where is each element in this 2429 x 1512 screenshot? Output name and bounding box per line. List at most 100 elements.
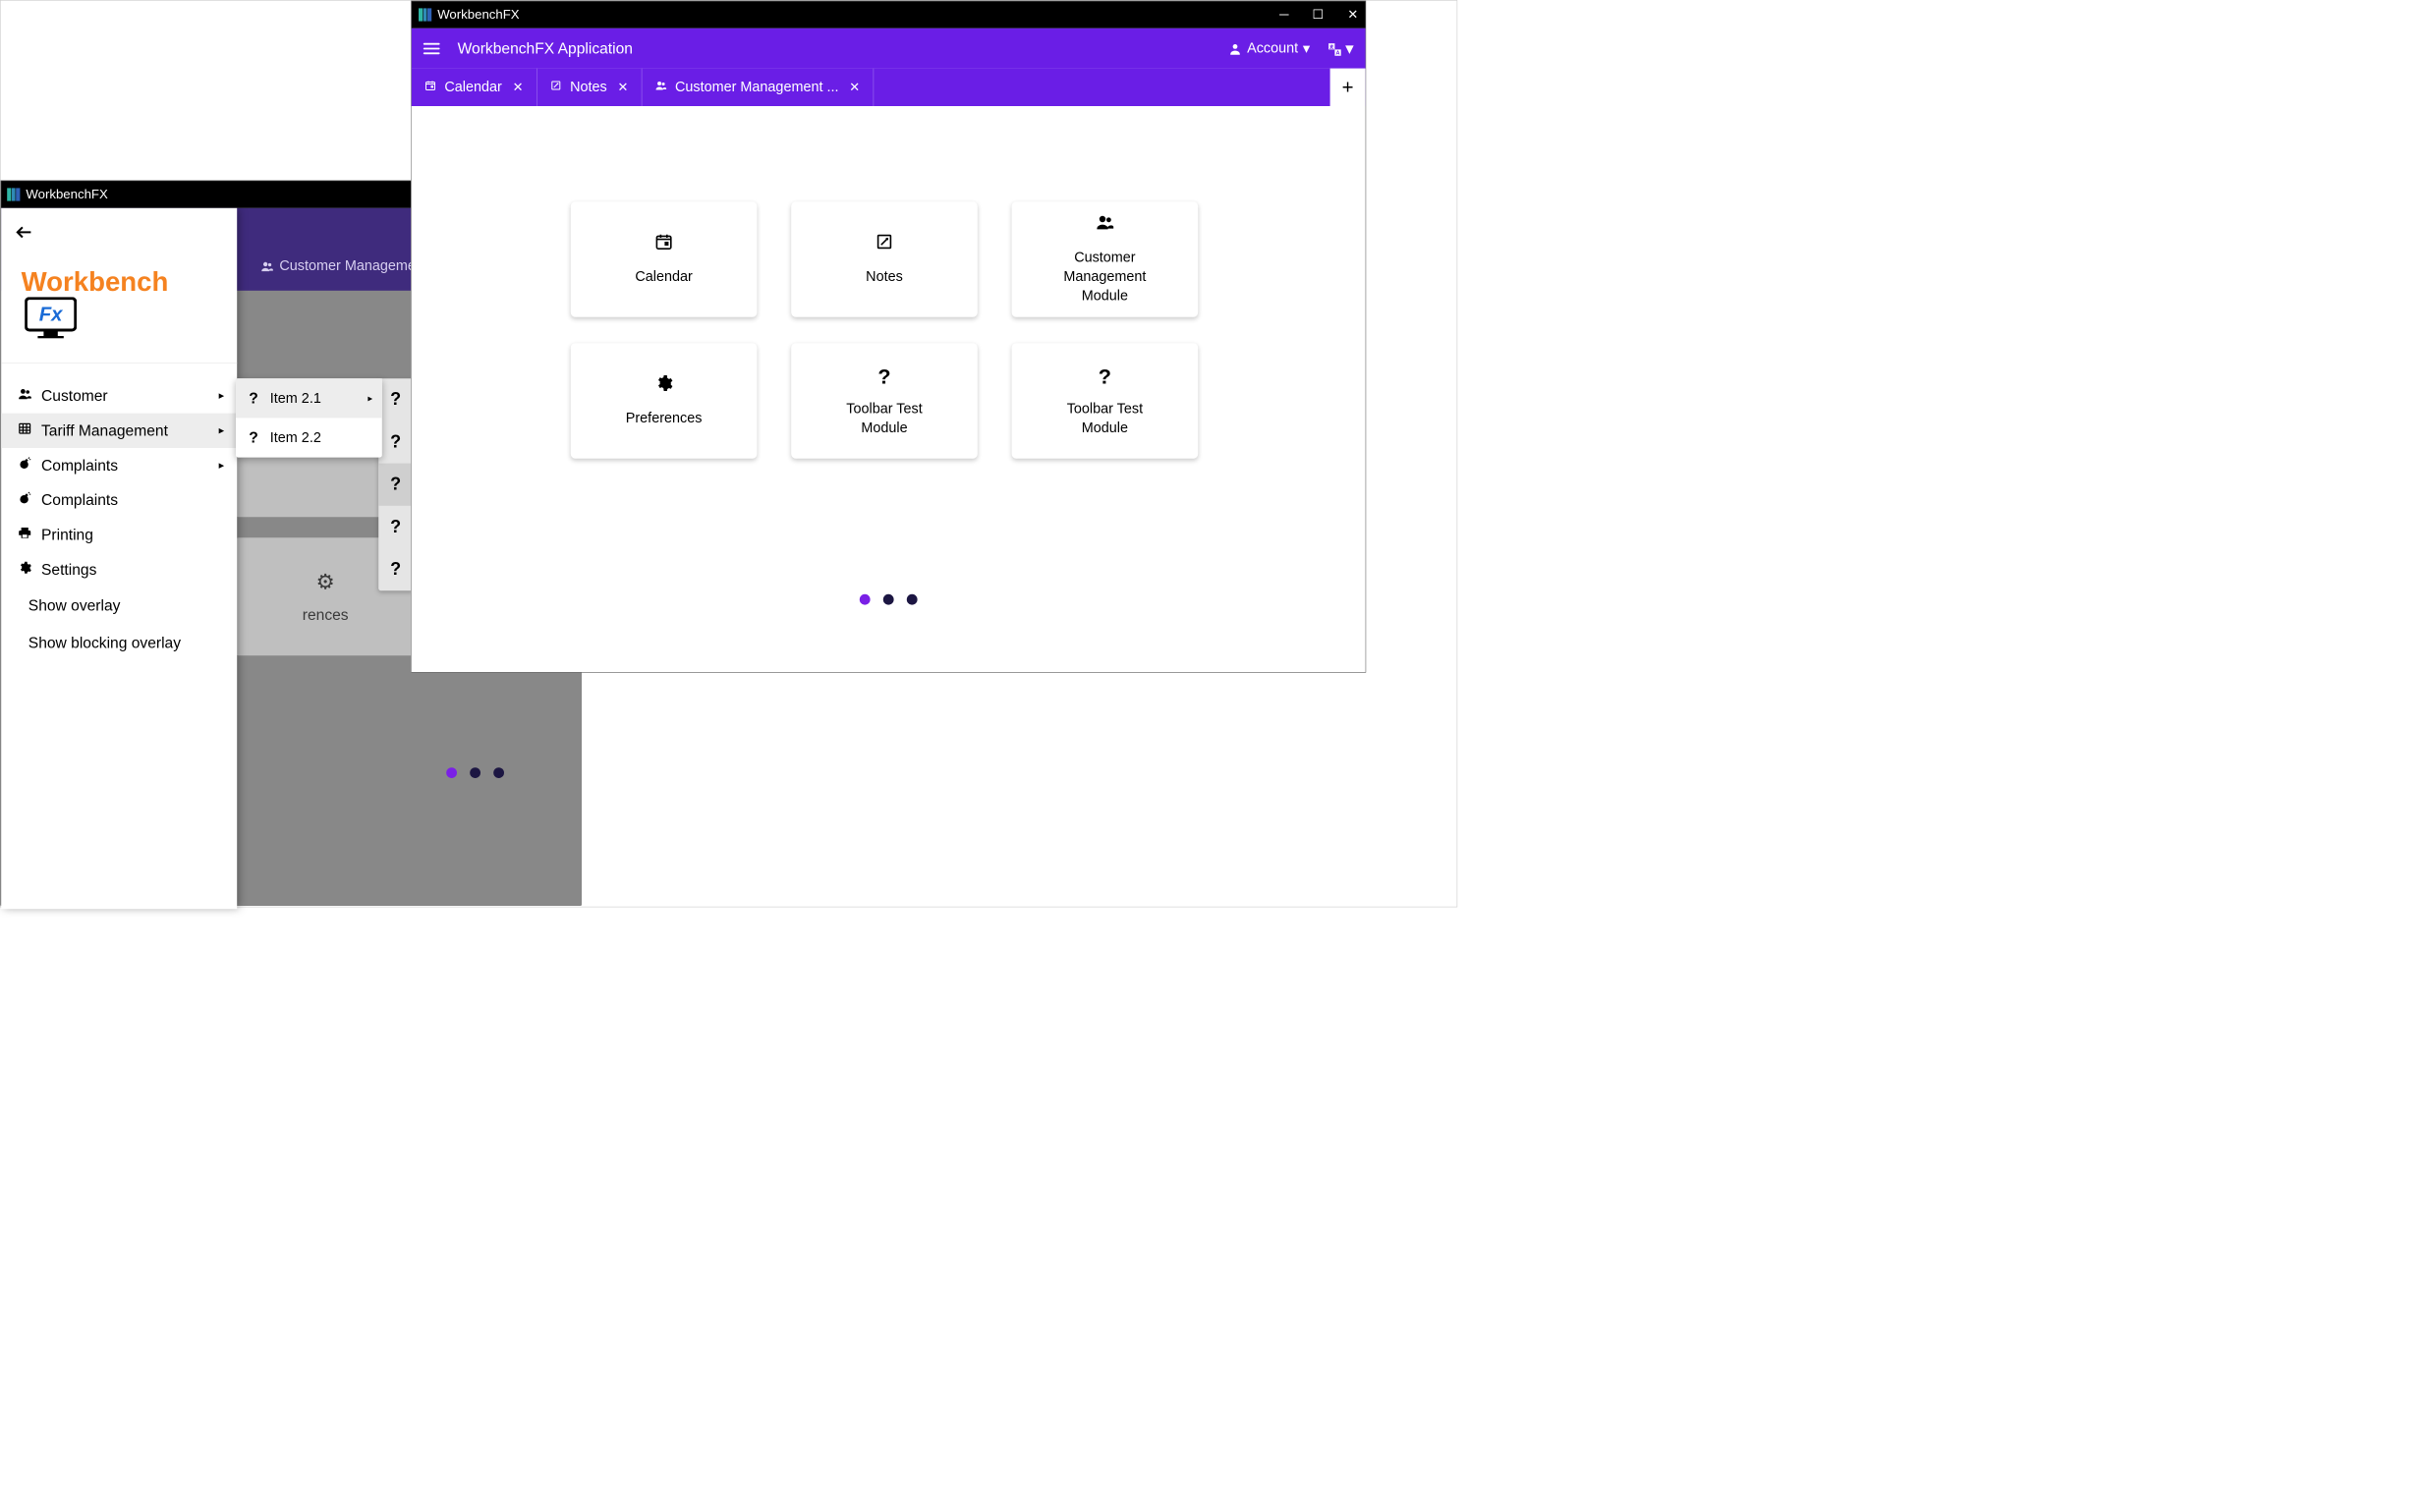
front-window-titlebar: WorkbenchFX ─ ☐ ✕ <box>412 1 1366 28</box>
back-window-page-dots <box>446 767 504 778</box>
app-icon <box>7 188 20 200</box>
svg-text:A: A <box>1335 50 1339 56</box>
grid-icon <box>18 421 41 440</box>
flyout-item[interactable]: ? Item 2.2 <box>236 418 382 457</box>
page-dot[interactable] <box>470 767 480 778</box>
front-window-title: WorkbenchFX <box>437 7 519 23</box>
drawer-item-settings[interactable]: Settings <box>1 552 237 587</box>
tab-label: Notes <box>570 79 607 95</box>
drawer-item-complaints[interactable]: Complaints <box>1 482 237 517</box>
bomb-icon <box>18 491 41 510</box>
drawer-item-label: Printing <box>41 526 93 544</box>
drawer-action-show-overlay[interactable]: Show overlay <box>1 588 237 625</box>
minimize-button[interactable]: ─ <box>1279 7 1288 23</box>
module-tile-calendar[interactable]: Calendar <box>571 201 758 317</box>
close-icon[interactable]: ✕ <box>849 80 860 95</box>
question-icon: ? <box>877 364 890 389</box>
question-icon: ? <box>249 428 270 447</box>
page-dot-active[interactable] <box>446 767 457 778</box>
page-dot[interactable] <box>493 767 504 778</box>
drawer-item-tariff-management[interactable]: Tariff Management ▸ <box>1 414 237 448</box>
question-icon: ? <box>1099 364 1111 389</box>
app-icon <box>419 8 431 21</box>
tab-notes[interactable]: Notes ✕ <box>537 69 643 106</box>
tab-bar: Calendar ✕ Notes ✕ Customer Management .… <box>412 69 1366 106</box>
drawer-item-label: Complaints <box>41 456 118 475</box>
chevron-right-icon: ▸ <box>367 392 372 404</box>
back-window-nested-submenu: ? ? ? ? ? <box>378 378 413 590</box>
nested-submenu-item[interactable]: ? <box>378 548 413 590</box>
page-dot[interactable] <box>907 594 918 605</box>
close-icon[interactable]: ✕ <box>618 80 629 95</box>
tile-label: Preferences <box>626 409 703 427</box>
drawer-item-label: Customer <box>41 387 108 406</box>
module-tile-toolbar-test-module[interactable]: ? Toolbar TestModule <box>791 343 978 459</box>
drawer-item-label: Settings <box>41 561 96 580</box>
gear-icon: ⚙ <box>316 569 335 593</box>
tab-customer-management-[interactable]: Customer Management ... ✕ <box>642 69 874 106</box>
tab-calendar[interactable]: Calendar ✕ <box>412 69 537 106</box>
chevron-right-icon: ▸ <box>219 424 224 437</box>
module-tile-preferences[interactable]: Preferences <box>571 343 758 459</box>
close-icon[interactable]: ✕ <box>513 80 524 95</box>
module-tile-grid: Calendar Notes CustomerManagementModule Pre… <box>571 201 1214 459</box>
tile-label: Calendar <box>635 267 692 286</box>
monitor-fx-icon: Fx <box>25 297 77 341</box>
front-window: WorkbenchFX ─ ☐ ✕ WorkbenchFX Applicatio… <box>411 1 1366 673</box>
drawer-logo: Workbench Fx <box>1 250 237 363</box>
person-icon <box>1228 40 1242 57</box>
gear-icon <box>18 561 41 580</box>
chevron-right-icon: ▸ <box>219 459 224 472</box>
drawer-item-complaints[interactable]: Complaints ▸ <box>1 448 237 482</box>
maximize-button[interactable]: ☐ <box>1312 7 1324 23</box>
calendar-icon <box>654 232 673 254</box>
tab-label: Customer Management ... <box>675 79 838 95</box>
gear-icon <box>654 373 673 396</box>
chevron-right-icon: ▸ <box>219 390 224 403</box>
question-icon: ? <box>249 389 270 408</box>
flyout-item[interactable]: ? Item 2.1 ▸ <box>236 378 382 418</box>
nested-submenu-item[interactable]: ? <box>378 506 413 548</box>
page-dots <box>860 594 918 605</box>
drawer-action-show-blocking-overlay[interactable]: Show blocking overlay <box>1 624 237 661</box>
nested-submenu-item[interactable]: ? <box>378 378 413 420</box>
drawer-item-printing[interactable]: Printing <box>1 518 237 552</box>
tile-label: Toolbar TestModule <box>1067 400 1143 438</box>
tile-label: Notes <box>866 267 903 286</box>
bomb-icon <box>18 456 41 475</box>
window-buttons: ─ ☐ ✕ <box>1279 7 1358 23</box>
note-icon <box>550 80 562 95</box>
drawer-item-label: Complaints <box>41 491 118 510</box>
chevron-down-icon: ▾ <box>1345 38 1353 58</box>
page-dot-active[interactable] <box>860 594 871 605</box>
back-window-title: WorkbenchFX <box>26 187 107 202</box>
navigation-drawer: Workbench Fx Customer ▸ Tariff Managemen… <box>1 208 237 909</box>
add-tab-button[interactable]: + <box>1330 69 1366 106</box>
nested-submenu-item[interactable]: ? <box>378 464 413 506</box>
calendar-icon <box>424 80 436 95</box>
language-menu[interactable]: A ▾ <box>1327 38 1354 58</box>
hamburger-menu-button[interactable] <box>424 43 440 54</box>
account-menu[interactable]: Account ▾ <box>1228 40 1310 57</box>
close-button[interactable]: ✕ <box>1347 7 1358 23</box>
translate-icon: A <box>1327 39 1343 58</box>
module-tile-toolbar-test-module[interactable]: ? Toolbar TestModule <box>1012 343 1199 459</box>
tile-label: Toolbar TestModule <box>846 400 922 438</box>
nested-submenu-item[interactable]: ? <box>378 420 413 463</box>
content-area: Calendar Notes CustomerManagementModule Pre… <box>412 106 1366 672</box>
module-tile-notes[interactable]: Notes <box>791 201 978 317</box>
drawer-item-customer[interactable]: Customer ▸ <box>1 378 237 413</box>
print-icon <box>18 526 41 544</box>
drawer-back-button[interactable] <box>1 208 237 251</box>
module-tile-customer-management-module[interactable]: CustomerManagementModule <box>1012 201 1199 317</box>
chevron-down-icon: ▾ <box>1303 40 1310 57</box>
tab-label: Calendar <box>444 79 501 95</box>
people-icon <box>1096 213 1114 236</box>
people-icon <box>260 257 273 274</box>
flyout-item-label: Item 2.2 <box>270 429 321 446</box>
page-dot[interactable] <box>883 594 894 605</box>
note-icon <box>875 232 893 254</box>
app-header: WorkbenchFX Application Account ▾ A ▾ <box>412 28 1366 69</box>
tile-label: CustomerManagementModule <box>1063 249 1146 306</box>
drawer-flyout: ? Item 2.1 ▸? Item 2.2 <box>236 378 382 457</box>
